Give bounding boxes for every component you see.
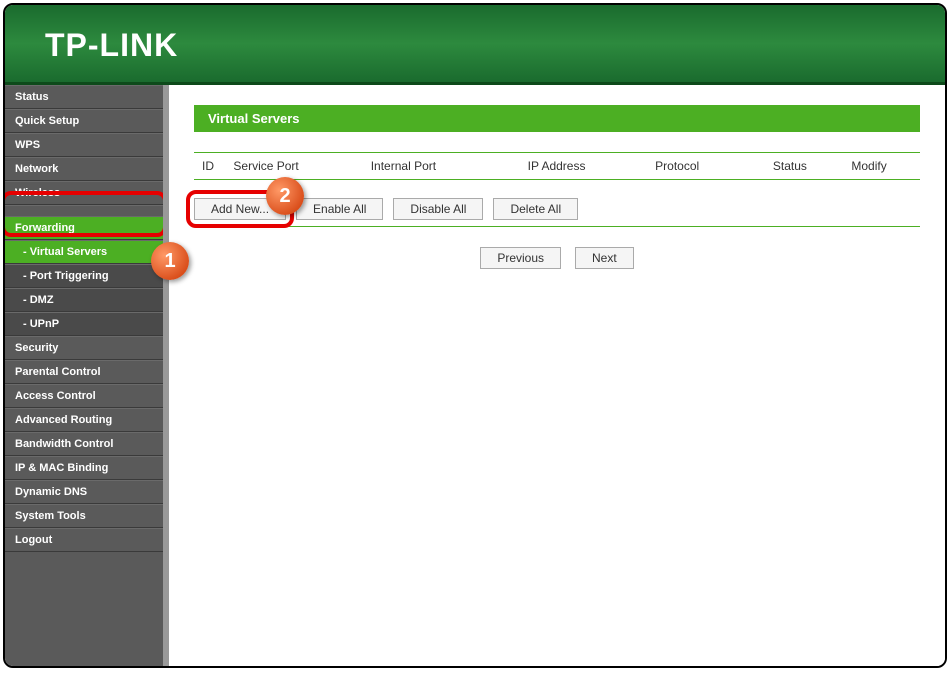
enable-all-button[interactable]: Enable All xyxy=(296,198,383,220)
sidebar-item-forwarding[interactable]: Forwarding xyxy=(5,216,163,240)
sidebar-item-wps[interactable]: WPS xyxy=(5,133,163,157)
callout-2: 2 xyxy=(266,177,304,215)
page-title: Virtual Servers xyxy=(194,105,920,132)
delete-all-button[interactable]: Delete All xyxy=(493,198,578,220)
sidebar-item-wireless[interactable]: Wireless xyxy=(5,181,163,205)
col-header-modify: Modify xyxy=(851,159,920,173)
header: TP-LINK xyxy=(5,5,945,85)
sidebar: Status Quick Setup WPS Network Wireless … xyxy=(5,85,169,666)
sidebar-sub-virtual-servers[interactable]: - Virtual Servers xyxy=(5,240,163,264)
next-button[interactable]: Next xyxy=(575,247,634,269)
sidebar-item-bandwidth-control[interactable]: Bandwidth Control xyxy=(5,432,163,456)
col-header-internal-port: Internal Port xyxy=(371,159,528,173)
sidebar-item-quick-setup[interactable]: Quick Setup xyxy=(5,109,163,133)
sidebar-sub-dmz[interactable]: - DMZ xyxy=(5,288,163,312)
pager-row: Previous Next xyxy=(194,247,920,269)
brand-logo: TP-LINK xyxy=(5,5,945,64)
sidebar-item-status[interactable]: Status xyxy=(5,85,163,109)
sidebar-sub-port-triggering[interactable]: - Port Triggering xyxy=(5,264,163,288)
main-container: Status Quick Setup WPS Network Wireless … xyxy=(5,85,945,666)
callout-1: 1 xyxy=(151,242,189,280)
col-header-id: ID xyxy=(194,159,233,173)
sidebar-item-security[interactable]: Security xyxy=(5,336,163,360)
sidebar-filler xyxy=(5,552,163,666)
app-frame: TP-LINK Status Quick Setup WPS Network W… xyxy=(3,3,947,668)
sidebar-item-ip-mac-binding[interactable]: IP & MAC Binding xyxy=(5,456,163,480)
content-area: Virtual Servers ID Service Port Internal… xyxy=(169,85,945,666)
sidebar-item-parental-control[interactable]: Parental Control xyxy=(5,360,163,384)
sidebar-item-system-tools[interactable]: System Tools xyxy=(5,504,163,528)
sidebar-item-logout[interactable]: Logout xyxy=(5,528,163,552)
sidebar-item-network[interactable]: Network xyxy=(5,157,163,181)
col-header-service-port: Service Port xyxy=(233,159,370,173)
disable-all-button[interactable]: Disable All xyxy=(393,198,483,220)
sidebar-item-advanced-routing[interactable]: Advanced Routing xyxy=(5,408,163,432)
sidebar-item-dhcp-cutoff xyxy=(5,205,163,216)
col-header-protocol: Protocol xyxy=(655,159,773,173)
previous-button[interactable]: Previous xyxy=(480,247,561,269)
sidebar-item-dynamic-dns[interactable]: Dynamic DNS xyxy=(5,480,163,504)
sidebar-item-access-control[interactable]: Access Control xyxy=(5,384,163,408)
brand-text: TP-LINK xyxy=(45,27,178,63)
sidebar-sub-upnp[interactable]: - UPnP xyxy=(5,312,163,336)
col-header-status: Status xyxy=(773,159,851,173)
table-header-row: ID Service Port Internal Port IP Address… xyxy=(194,152,920,180)
col-header-ip-address: IP Address xyxy=(528,159,656,173)
